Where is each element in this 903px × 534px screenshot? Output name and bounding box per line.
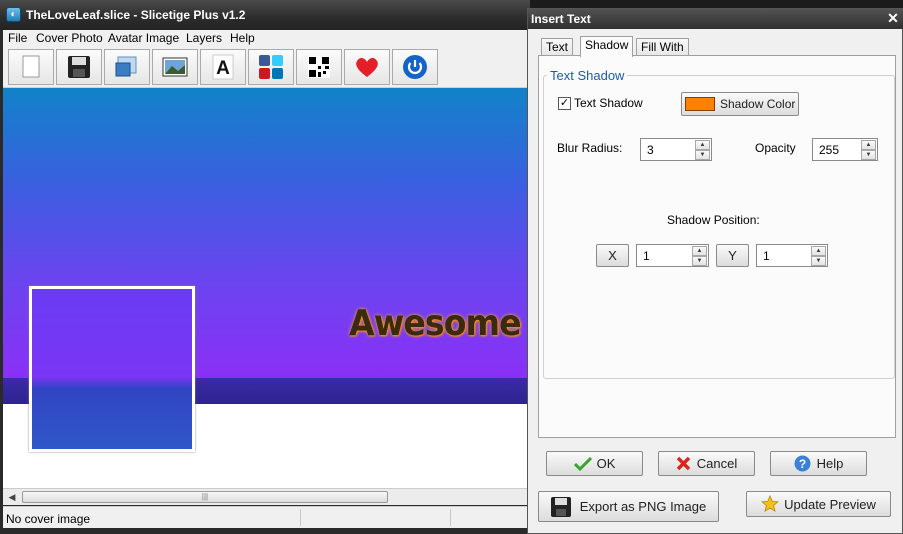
save-icon <box>68 56 90 78</box>
shadow-position-label: Shadow Position: <box>667 213 760 227</box>
power-icon <box>403 55 427 79</box>
tab-fill-with[interactable]: Fill With <box>636 38 689 56</box>
menu-avatar-image[interactable]: Avatar Image <box>108 31 179 45</box>
heart-icon <box>356 58 378 77</box>
favorite-button[interactable] <box>344 49 390 85</box>
status-text: No cover image <box>6 512 91 526</box>
ok-label: OK <box>596 456 616 471</box>
x-position-input[interactable]: 1 ▲ ▼ <box>636 244 709 267</box>
exit-button[interactable] <box>392 49 438 85</box>
checkmark-icon <box>573 456 592 471</box>
spin-down-icon[interactable]: ▼ <box>695 150 710 160</box>
image-icon <box>162 57 188 77</box>
cancel-label: Cancel <box>696 456 738 471</box>
y-button[interactable]: Y <box>716 244 749 267</box>
text-shadow-label: Text Shadow <box>574 96 643 110</box>
blur-radius-label: Blur Radius: <box>557 141 623 155</box>
blur-radius-input[interactable]: 3 ▲ ▼ <box>640 138 712 161</box>
menu-bar: File Cover Photo Avatar Image Layers Hel… <box>3 30 527 46</box>
close-icon[interactable]: ✕ <box>886 11 900 26</box>
help-label: Help <box>816 456 844 471</box>
spin-down-icon[interactable]: ▼ <box>861 150 876 160</box>
qr-code-icon <box>308 56 330 78</box>
update-preview-button[interactable]: Update Preview <box>746 491 891 517</box>
tab-text[interactable]: Text <box>541 38 574 56</box>
spin-down-icon[interactable]: ▼ <box>692 256 707 266</box>
export-png-button[interactable]: Export as PNG Image <box>538 491 719 522</box>
text-button[interactable]: A <box>200 49 246 85</box>
qr-code-button[interactable] <box>296 49 342 85</box>
dialog-title-bar: Insert Text ✕ <box>528 9 903 29</box>
y-position-input[interactable]: 1 ▲ ▼ <box>756 244 828 267</box>
menu-help[interactable]: Help <box>230 31 255 45</box>
image-button[interactable] <box>152 49 198 85</box>
main-title-bar: ◐ TheLoveLeaf.slice - Slicetige Plus v1.… <box>0 0 530 30</box>
shadow-tab-panel: Text Shadow ✓ Text Shadow Shadow Color B… <box>538 55 896 438</box>
checkmark-icon: ✓ <box>559 97 570 109</box>
shadow-color-label: Shadow Color <box>720 97 796 111</box>
shadow-color-button[interactable]: Shadow Color <box>681 92 799 116</box>
tab-shadow[interactable]: Shadow <box>580 36 634 57</box>
cancel-button[interactable]: Cancel <box>658 451 755 476</box>
cancel-icon <box>676 456 690 471</box>
window-title: TheLoveLeaf.slice - Slicetige Plus v1.2 <box>26 8 246 22</box>
text-icon: A <box>212 54 234 80</box>
x-position-value: 1 <box>643 249 650 263</box>
color-swatch <box>685 97 715 111</box>
help-icon: ? <box>794 455 811 472</box>
menu-cover-photo[interactable]: Cover Photo <box>36 31 103 45</box>
y-position-value: 1 <box>763 249 770 263</box>
social-button[interactable] <box>248 49 294 85</box>
export-label: Export as PNG Image <box>579 499 707 514</box>
dialog-title: Insert Text <box>531 12 591 26</box>
social-icon <box>259 55 283 79</box>
star-icon <box>761 495 780 513</box>
help-button[interactable]: ? Help <box>770 451 867 476</box>
x-button[interactable]: X <box>596 244 629 267</box>
status-divider <box>450 509 451 526</box>
status-bar: No cover image <box>3 506 527 528</box>
cover-photo-button[interactable] <box>104 49 150 85</box>
insert-text-dialog: Insert Text ✕ Text Shadow Fill With Text… <box>527 8 903 534</box>
app-icon: ◐ <box>6 7 21 22</box>
blur-radius-value: 3 <box>647 143 654 157</box>
scroll-left-icon[interactable]: ◀ <box>4 490 20 504</box>
toolbar: A <box>3 46 527 88</box>
ok-button[interactable]: OK <box>546 451 643 476</box>
menu-file[interactable]: File <box>8 31 27 45</box>
cover-photo-icon <box>115 56 137 77</box>
group-title: Text Shadow <box>547 68 628 83</box>
new-file-button[interactable] <box>8 49 54 85</box>
svg-text:A: A <box>216 58 230 79</box>
spin-up-icon[interactable]: ▲ <box>811 246 826 256</box>
status-divider <box>300 509 301 526</box>
scrollbar-thumb[interactable]: ||| <box>22 491 388 503</box>
horizontal-scrollbar[interactable]: ◀ ||| <box>3 488 527 505</box>
new-file-icon <box>22 55 40 78</box>
opacity-input[interactable]: 255 ▲ ▼ <box>812 138 878 161</box>
opacity-label: Opacity <box>755 141 796 155</box>
menu-layers[interactable]: Layers <box>186 31 222 45</box>
canvas-text-layer[interactable]: Awesome <box>349 303 522 344</box>
save-icon <box>550 496 571 517</box>
spin-up-icon[interactable]: ▲ <box>861 140 876 150</box>
svg-text:?: ? <box>798 457 805 471</box>
avatar-frame[interactable] <box>29 286 195 452</box>
text-shadow-checkbox[interactable]: ✓ <box>558 97 571 110</box>
opacity-value: 255 <box>819 143 840 157</box>
save-button[interactable] <box>56 49 102 85</box>
spin-up-icon[interactable]: ▲ <box>692 246 707 256</box>
spin-up-icon[interactable]: ▲ <box>695 140 710 150</box>
spin-down-icon[interactable]: ▼ <box>811 256 826 266</box>
update-preview-label: Update Preview <box>784 496 876 512</box>
text-shadow-group <box>543 75 895 379</box>
